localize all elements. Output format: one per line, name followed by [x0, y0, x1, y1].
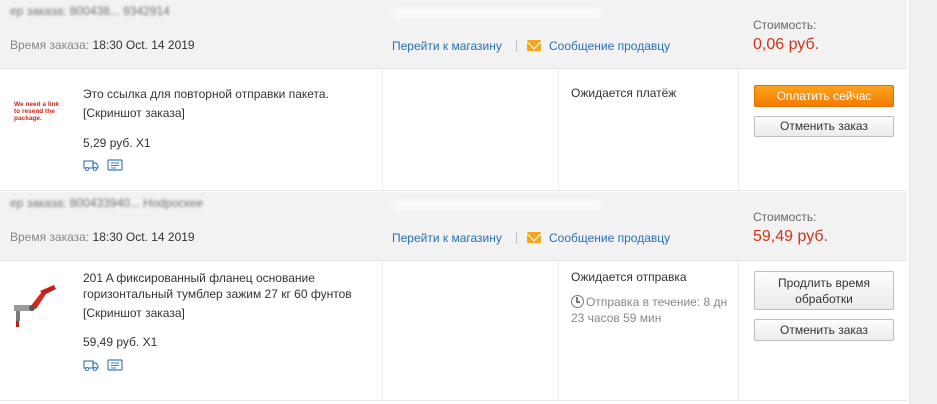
order-time: Время заказа: 18:30 Oct. 14 2019 — [10, 38, 195, 52]
order-snapshot-link[interactable]: [Скриншот заказа] — [83, 106, 185, 120]
column-divider — [738, 69, 739, 190]
product-title-link[interactable]: Это ссылка для повторной отправки пакета… — [83, 86, 373, 102]
order-time-label: Время заказа: — [10, 230, 90, 244]
product-title-link[interactable]: 201 A фиксированный фланец основание гор… — [83, 270, 373, 302]
mail-icon[interactable] — [527, 40, 541, 51]
snapshot-card-icon[interactable] — [107, 159, 123, 171]
order-card-2: ер заказа: 800433940... Hodpocкee Время … — [0, 192, 907, 401]
order-time-value: 18:30 Oct. 14 2019 — [92, 230, 195, 244]
order-number-redacted: ер заказа: 800438... 9342914 — [10, 4, 170, 18]
order-card-1: ер заказа: 800438... 9342914 Время заказ… — [0, 0, 907, 191]
go-to-store-link[interactable]: Перейти к магазину — [392, 39, 502, 53]
product-thumbnail[interactable] — [10, 277, 62, 329]
pay-now-button[interactable]: Оплатить сейчас — [754, 85, 894, 107]
message-seller-link[interactable]: Сообщение продавцу — [549, 39, 670, 53]
product-thumbnail[interactable]: We need a link to resend the package. — [10, 97, 62, 149]
product-icons — [83, 359, 123, 371]
cost-label: Стоимость: — [753, 210, 817, 224]
mail-icon[interactable] — [527, 232, 541, 243]
order-header: ер заказа: 800438... 9342914 Время заказ… — [0, 0, 907, 69]
cost-value: 0,06 руб. — [753, 36, 820, 53]
column-divider — [738, 261, 739, 400]
snapshot-card-icon[interactable] — [107, 359, 123, 371]
order-time-value: 18:30 Oct. 14 2019 — [92, 38, 195, 52]
column-divider — [558, 69, 559, 190]
clock-icon — [571, 295, 584, 308]
order-time-label: Время заказа: — [10, 38, 90, 52]
order-body: 201 A фиксированный фланец основание гор… — [0, 261, 907, 401]
cancel-order-button[interactable]: Отменить заказ — [754, 319, 894, 341]
shipping-countdown: Отправка в течение: 8 дн 23 часов 59 мин — [571, 294, 741, 326]
cost-value: 59,49 руб. — [753, 228, 828, 245]
price-quantity: 59,49 руб. X1 — [83, 335, 158, 349]
truck-icon[interactable] — [83, 359, 99, 371]
store-name-redacted — [392, 200, 602, 210]
price-quantity: 5,29 руб. X1 — [83, 136, 151, 150]
go-to-store-link[interactable]: Перейти к магазину — [392, 231, 502, 245]
order-header: ер заказа: 800433940... Hodpocкee Время … — [0, 192, 907, 261]
store-name-redacted — [392, 8, 602, 18]
link-separator: | — [515, 38, 519, 52]
order-snapshot-link[interactable]: [Скриншот заказа] — [83, 306, 185, 320]
shipping-countdown-text: Отправка в течение: 8 дн 23 часов 59 мин — [571, 295, 728, 325]
order-status: Ожидается отправка — [571, 270, 687, 284]
thumbnail-text: We need a link to resend the package. — [14, 101, 60, 122]
column-divider — [558, 261, 559, 400]
order-status: Ожидается платёж — [571, 86, 677, 100]
link-separator: | — [515, 230, 519, 244]
column-divider — [382, 261, 383, 400]
column-divider — [382, 69, 383, 190]
cost-label: Стоимость: — [753, 18, 817, 32]
truck-icon[interactable] — [83, 159, 99, 171]
order-body: We need a link to resend the package. Эт… — [0, 69, 907, 191]
extend-processing-time-button[interactable]: Продлить время обработки — [754, 271, 894, 310]
page-scrollbar[interactable] — [909, 0, 937, 404]
order-time: Время заказа: 18:30 Oct. 14 2019 — [10, 230, 195, 244]
cancel-order-button[interactable]: Отменить заказ — [754, 116, 894, 137]
message-seller-link[interactable]: Сообщение продавцу — [549, 231, 670, 245]
product-icons — [83, 159, 123, 171]
order-number-redacted: ер заказа: 800433940... Hodpocкee — [10, 196, 204, 210]
